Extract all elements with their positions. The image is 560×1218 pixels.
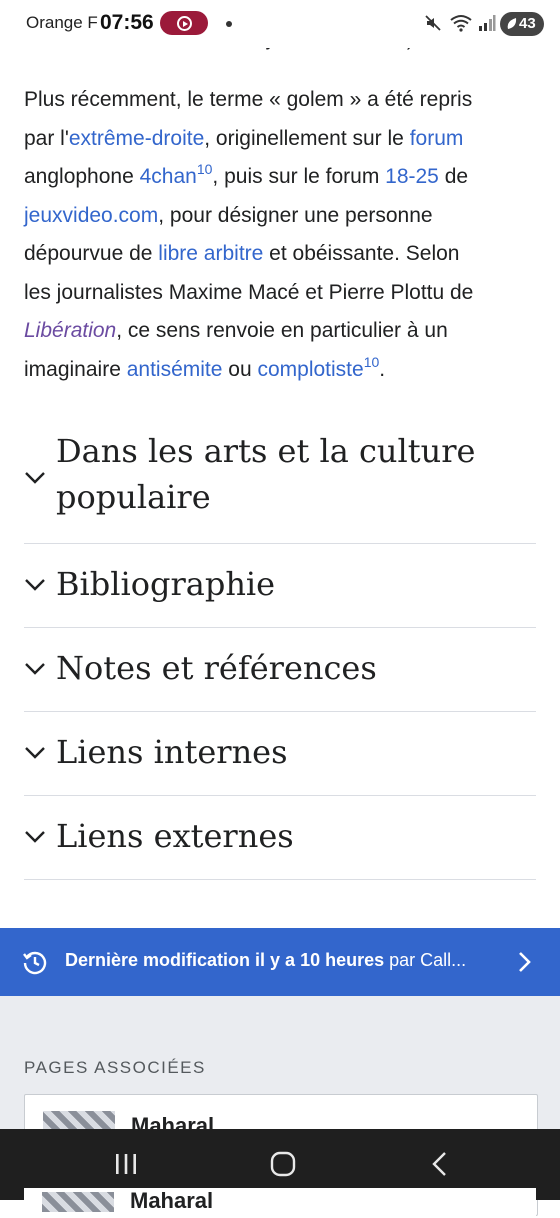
section-title: Liens internes <box>56 733 288 771</box>
recent-apps-icon[interactable] <box>114 1151 138 1177</box>
text: dépourvue de <box>24 242 159 265</box>
section-title-line: Dans les arts et la culture <box>56 432 476 470</box>
reference-10[interactable]: 10 <box>364 354 380 370</box>
link-extreme-droite[interactable]: extrême-droite <box>69 127 204 150</box>
link-liberation[interactable]: Libération <box>24 319 116 342</box>
last-modified-time: Dernière modification il y a 10 heures <box>65 950 385 970</box>
last-modified-bar[interactable]: Dernière modification il y a 10 heures p… <box>0 928 560 996</box>
paragraph-line: par l'extrême-droite, originellement sur… <box>24 120 544 159</box>
paragraph-line: dépourvue de libre arbitre et obéissante… <box>24 235 544 274</box>
section-liens-internes[interactable]: Liens internes <box>24 712 536 796</box>
paragraph-line: Plus récemment, le terme « golem » a été… <box>24 81 544 120</box>
link-complotiste[interactable]: complotiste <box>257 358 363 381</box>
related-pages-heading: PAGES ASSOCIÉES <box>24 1058 206 1077</box>
home-icon[interactable] <box>270 1151 296 1177</box>
chevron-down-icon <box>25 579 45 591</box>
text: , pour désigner une personne <box>158 203 433 227</box>
battery-indicator: 43 <box>500 12 544 36</box>
section-title: Bibliographie <box>56 565 276 603</box>
related-page-title: Maharal <box>130 1188 214 1213</box>
history-icon <box>23 951 47 975</box>
battery-saver-icon <box>507 18 517 29</box>
section-title: Notes et références <box>56 649 377 687</box>
back-icon[interactable] <box>430 1151 448 1177</box>
related-page-thumbnail <box>42 1192 114 1212</box>
article-paragraph: Plus récemment, le terme « golem » a été… <box>24 81 544 389</box>
text: les journalistes Maxime Macé et Pierre P… <box>24 280 474 304</box>
clock: 07:56 <box>100 11 154 34</box>
text: . <box>379 357 386 381</box>
chevron-down-icon <box>25 747 45 759</box>
section-title: Dans les arts et la culture populaire <box>56 428 475 520</box>
text: , puis sur le forum <box>212 165 386 188</box>
battery-level: 43 <box>519 15 536 32</box>
chevron-down-icon <box>25 663 45 675</box>
link-libre-arbitre[interactable]: libre arbitre <box>158 242 263 265</box>
paragraph-line: imaginaire antisémite ou complotiste10. <box>24 351 544 390</box>
link-forum[interactable]: forum <box>410 127 464 150</box>
chevron-down-icon <box>25 831 45 843</box>
text: Plus récemment, le terme « golem » a été… <box>24 88 473 111</box>
text: par l' <box>24 126 69 150</box>
chevron-down-icon <box>25 472 45 484</box>
text: ou <box>222 357 258 381</box>
text: , ce sens renvoie en particulier à un <box>116 319 448 342</box>
text: , originellement sur le <box>204 126 410 150</box>
link-antisemite[interactable]: antisémite <box>127 358 223 381</box>
section-bibliographie[interactable]: Bibliographie <box>24 544 536 628</box>
section-title-line: populaire <box>56 478 211 516</box>
section-liens-externes[interactable]: Liens externes <box>24 796 536 880</box>
reference-10[interactable]: 10 <box>197 161 213 177</box>
text: anglophone <box>24 165 140 188</box>
last-modified-text: Dernière modification il y a 10 heures p… <box>65 950 466 971</box>
notification-dot-icon <box>226 21 232 27</box>
related-page-card[interactable]: Maharal <box>24 1188 536 1218</box>
chevron-right-icon <box>519 952 531 972</box>
last-modified-author: par Call... <box>384 950 467 970</box>
paragraph-line: les journalistes Maxime Macé et Pierre P… <box>24 274 544 313</box>
signal-icon <box>479 15 496 31</box>
paragraph-line: jeuxvideo.com, pour désigner une personn… <box>24 197 544 236</box>
section-notes-references[interactable]: Notes et références <box>24 628 536 712</box>
carrier-name: Orange F <box>26 13 98 32</box>
text: imaginaire <box>24 357 127 381</box>
screen-record-icon <box>160 11 208 35</box>
paragraph-line: anglophone 4chan10, puis sur le forum 18… <box>24 158 544 197</box>
text: et obéissante. Selon <box>263 242 460 265</box>
link-18-25[interactable]: 18-25 <box>385 165 439 188</box>
link-jeuxvideo[interactable]: jeuxvideo.com <box>24 204 158 227</box>
status-bar: Orange F 07:56 43 <box>0 0 560 48</box>
mute-icon <box>425 15 441 31</box>
section-title: Liens externes <box>56 817 294 855</box>
section-arts-culture[interactable]: Dans les arts et la culture populaire <box>24 424 536 544</box>
link-4chan[interactable]: 4chan <box>140 165 197 188</box>
paragraph-line: Libération, ce sens renvoie en particuli… <box>24 312 544 351</box>
text: de <box>438 165 469 188</box>
wifi-icon <box>450 15 472 32</box>
